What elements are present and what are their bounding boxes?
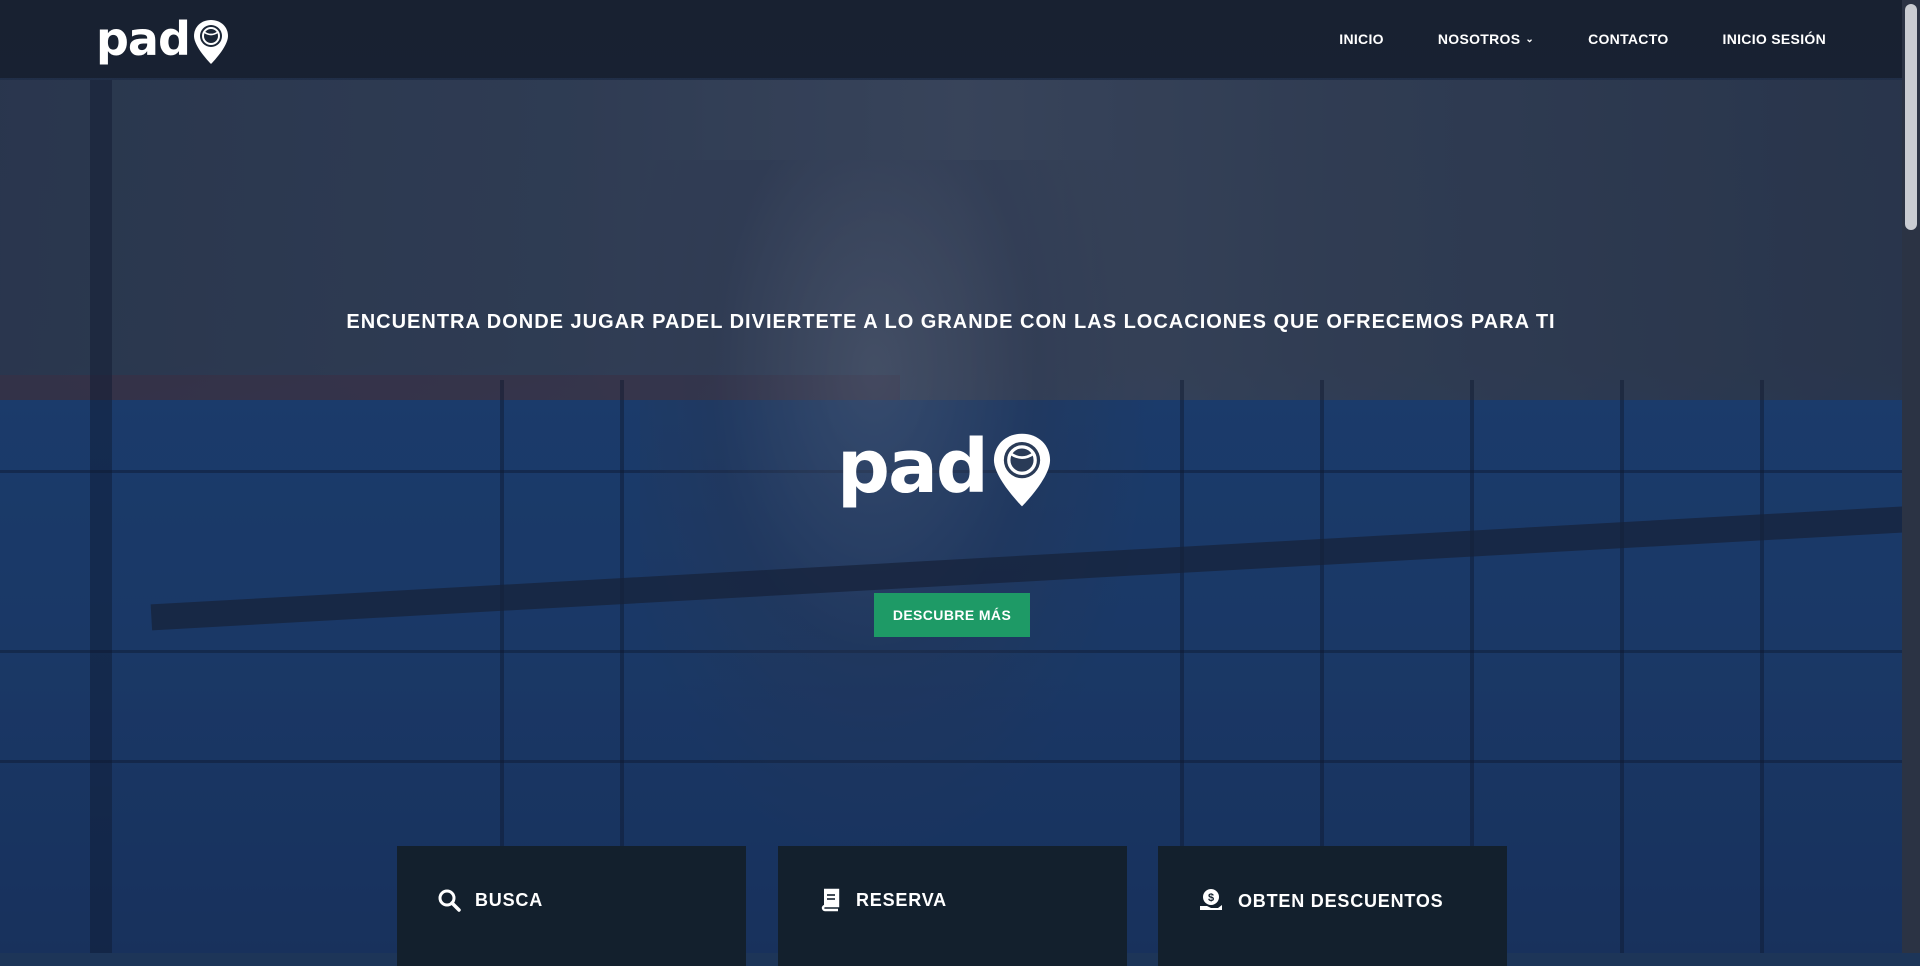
main-nav: INICIO NOSOTROS ⌄ CONTACTO INICIO SESIÓN (1339, 0, 1826, 78)
site-logo[interactable]: pad (96, 12, 231, 66)
feature-title: BUSCA (475, 889, 544, 910)
book-icon (821, 888, 840, 912)
hero-logo: pad (837, 424, 1055, 510)
coin-hand-icon: $ (1200, 889, 1222, 910)
feature-card-busca[interactable]: BUSCA (397, 846, 746, 966)
nav-item-contacto[interactable]: CONTACTO (1588, 31, 1668, 47)
logo-text: pad (96, 12, 191, 66)
map-pin-ball-icon (193, 20, 228, 64)
hero-tagline: ENCUENTRA DONDE JUGAR PADEL DIVIERTETE A… (346, 311, 1556, 333)
feature-title: OBTEN DESCUENTOS (1238, 890, 1444, 911)
discover-more-button[interactable]: DESCUBRE MÁS (874, 593, 1030, 637)
svg-text:$: $ (1208, 892, 1214, 904)
nav-item-inicio[interactable]: INICIO (1339, 31, 1384, 47)
nav-item-label: NOSOTROS (1437, 31, 1521, 47)
feature-card-reserva[interactable]: RESERVA (778, 846, 1127, 966)
page-scrollbar[interactable] (1902, 0, 1920, 953)
feature-card-descuentos[interactable]: $ OBTEN DESCUENTOS (1158, 846, 1507, 966)
nav-item-inicio-sesion[interactable]: INICIO SESIÓN (1723, 31, 1826, 47)
search-icon (438, 889, 461, 912)
scrollbar-thumb[interactable] (1905, 4, 1917, 230)
map-pin-ball-icon (993, 433, 1050, 507)
chevron-down-icon: ⌄ (1525, 33, 1535, 45)
site-header: pad INICIO NOSOTROS ⌄ CONTACTO INICIO SE… (0, 0, 1920, 78)
hero-logo-text: pad (837, 424, 989, 510)
feature-title: RESERVA (856, 889, 947, 910)
nav-item-nosotros[interactable]: NOSOTROS ⌄ (1438, 31, 1534, 47)
